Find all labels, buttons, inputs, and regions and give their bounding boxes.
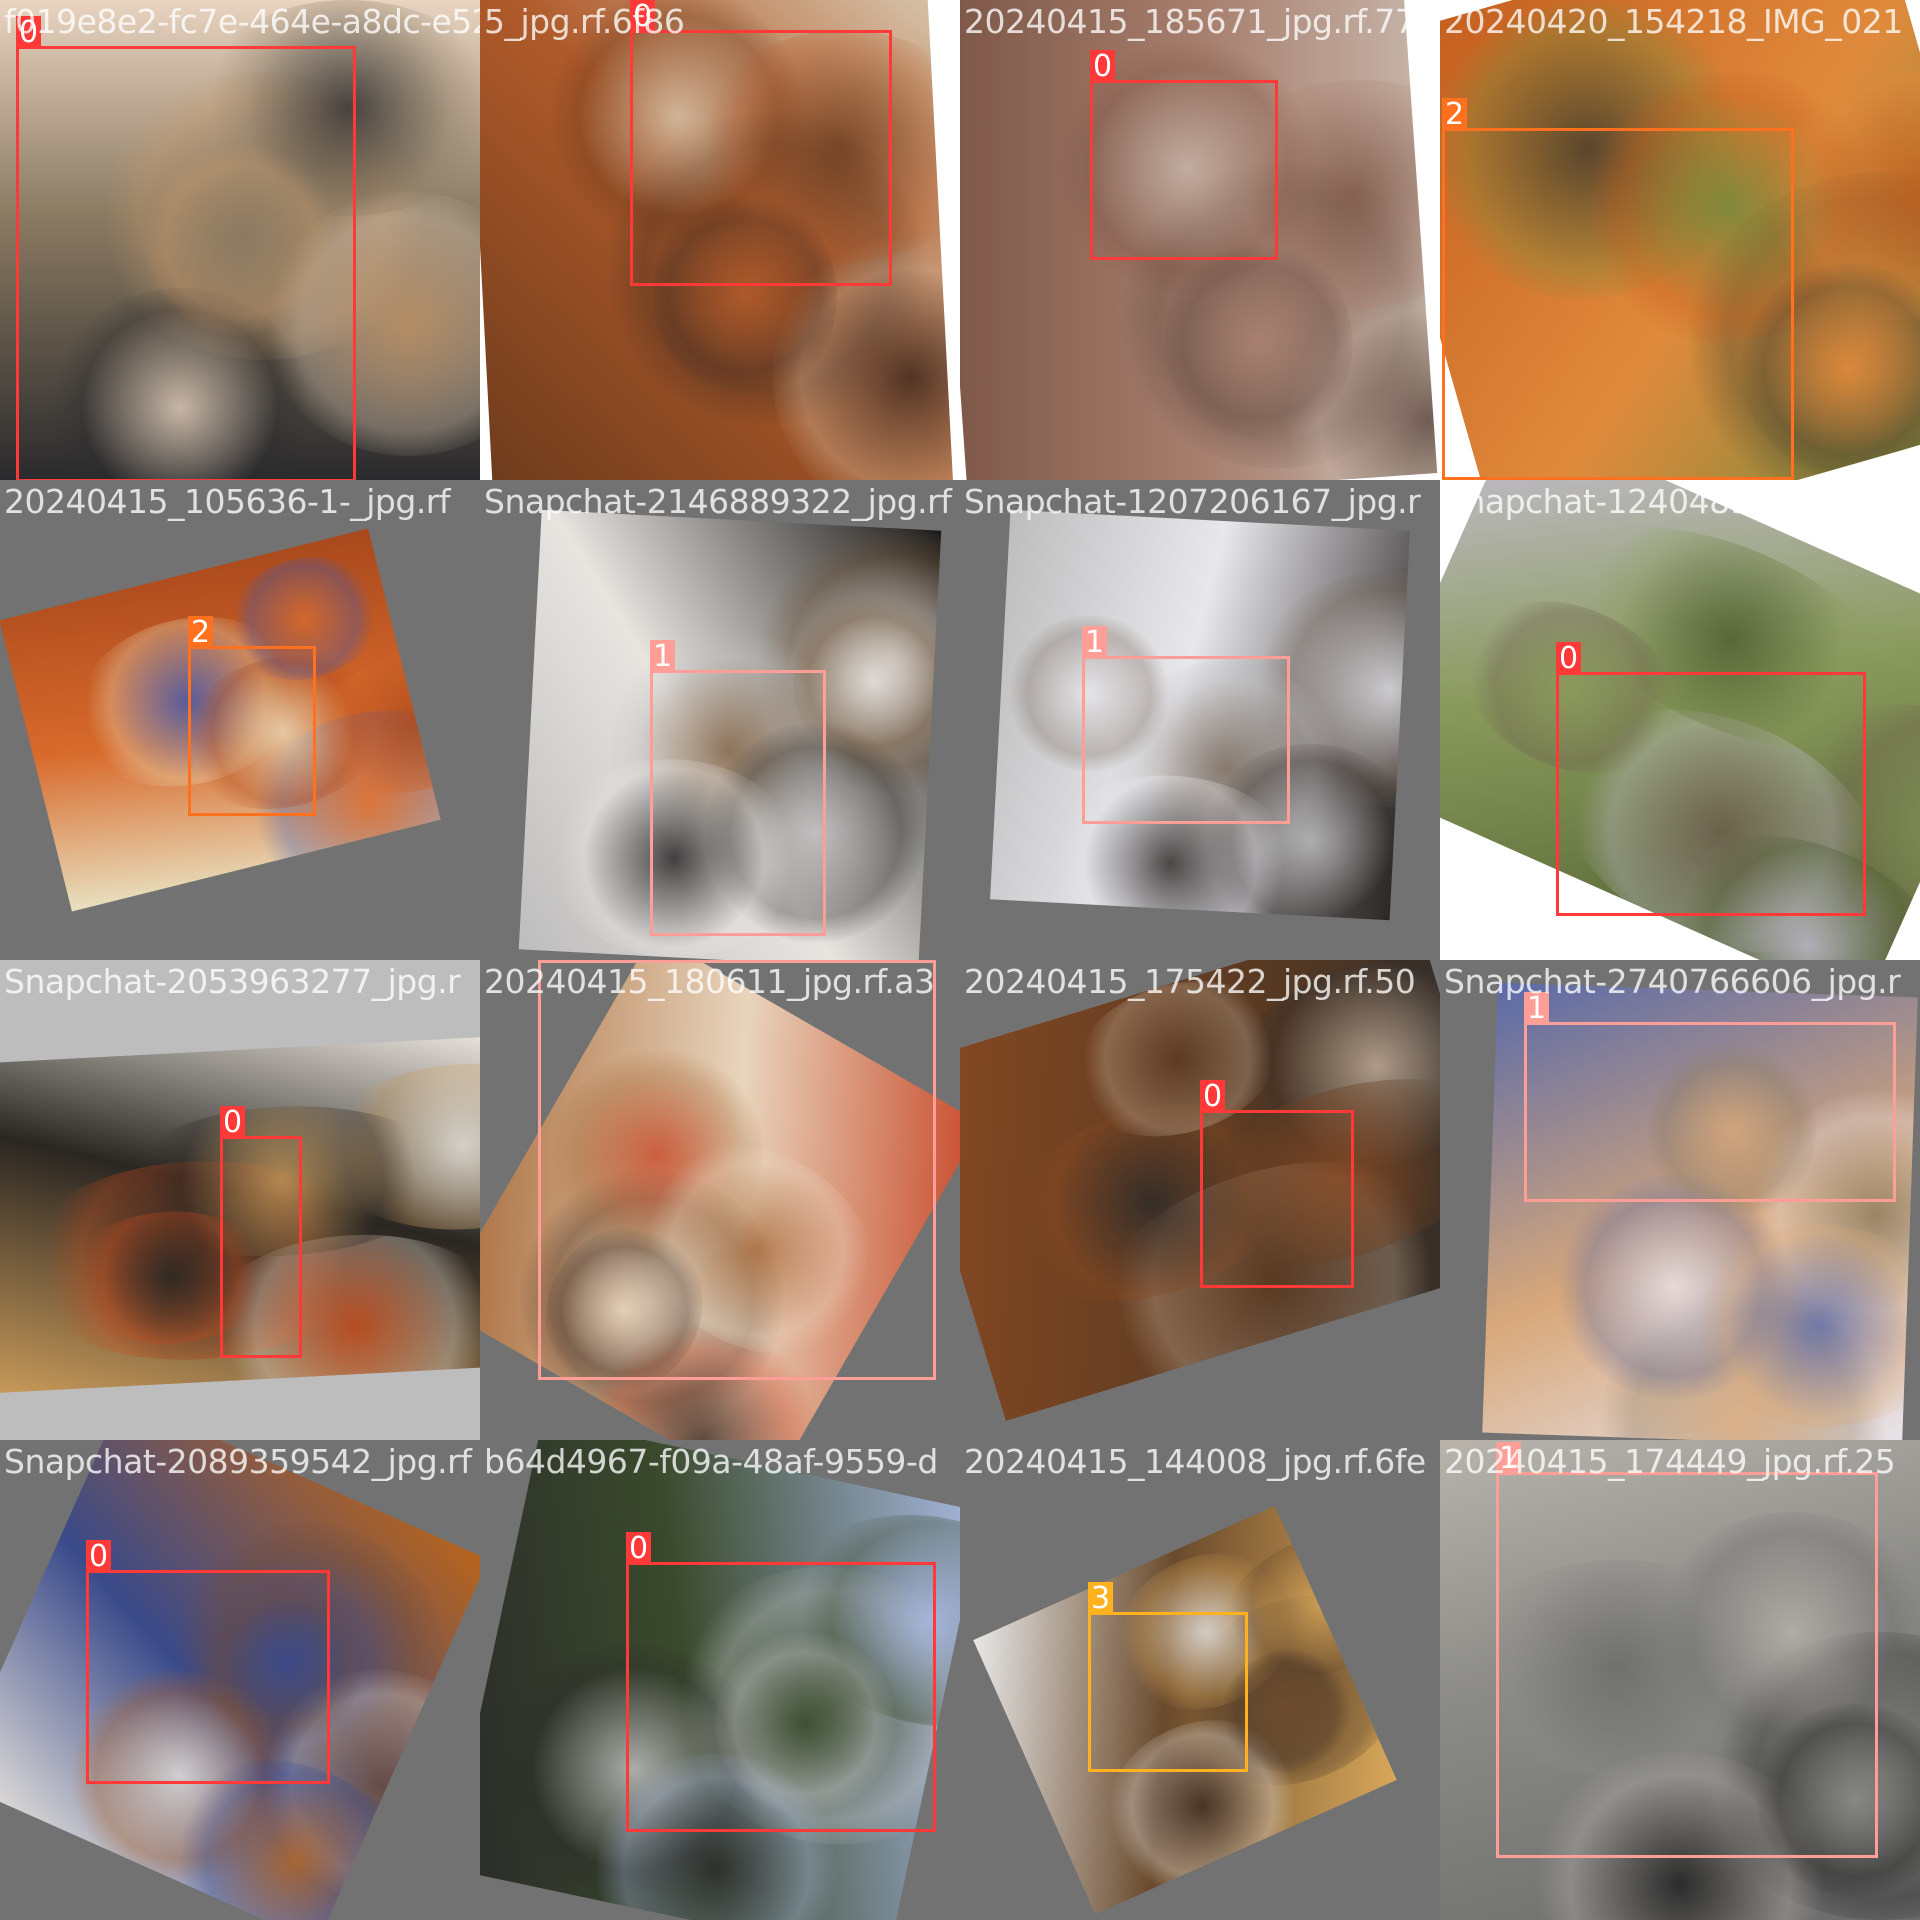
bbox: 2: [188, 616, 316, 816]
mosaic-tile: 0 5_jpg.rf.6f86: [480, 0, 960, 480]
bbox-label: 2: [1442, 98, 1468, 132]
tile-filename: 20240415_144008_jpg.rf.6fe: [964, 1442, 1426, 1481]
bbox: 0: [1090, 50, 1278, 260]
mosaic-tile: 0 b64d4967-f09a-48af-9559-d: [480, 1440, 960, 1920]
mosaic-tile: 0 f019e8e2-fc7e-464e-a8dc-e525a74115903.…: [0, 0, 480, 480]
bbox: 1: [650, 640, 826, 936]
mosaic-tile: 0 Snapchat-2089359542_jpg.rf: [0, 1440, 480, 1920]
mosaic-tile: 1 Snapchat-1207206167_jpg.r: [960, 480, 1440, 960]
bbox: 0: [220, 1106, 302, 1358]
mosaic-tile: 1 20240415_174449_jpg.rf.25: [1440, 1440, 1920, 1920]
bbox-label: 0: [86, 1540, 112, 1574]
bbox-label: 0: [630, 0, 656, 34]
bbox-label: 3: [1088, 1582, 1114, 1616]
mosaic-tile: 0 Snapchat-2053963277_jpg.r: [0, 960, 480, 1440]
mosaic-tile: 0 20240415_185671_jpg.rf.77c: [960, 0, 1440, 480]
mosaic-tile: 0 Snapchat-1240489246_jpg.rf: [1440, 480, 1920, 960]
bbox-label: 0: [1556, 642, 1582, 676]
bbox-label: 1: [1082, 626, 1108, 660]
bbox: 0: [1556, 642, 1866, 916]
bbox-label: 0: [1090, 50, 1116, 84]
mosaic-tile: 2 20240415_105636-1-_jpg.rf: [0, 480, 480, 960]
mosaic-tile: 3 20240415_144008_jpg.rf.6fe: [960, 1440, 1440, 1920]
mosaic-tile: 2 20240420_154218_IMG_021: [1440, 0, 1920, 480]
bbox: 0: [16, 16, 356, 480]
bbox: 3: [1088, 1582, 1248, 1772]
mosaic-tile: 0 20240415_175422_jpg.rf.50: [960, 960, 1440, 1440]
tile-filename: 20240415_105636-1-_jpg.rf: [4, 482, 451, 521]
bbox: 1: [1524, 992, 1896, 1202]
bbox: 1: [1082, 626, 1290, 824]
bbox-label: 0: [626, 1532, 652, 1566]
bbox-label: 1: [1524, 992, 1550, 1026]
bbox: 2: [1442, 98, 1794, 480]
bbox: 0: [630, 0, 892, 286]
bbox-label: 2: [188, 616, 214, 650]
bbox-label: 1: [538, 960, 564, 963]
tile-filename: Snapchat-2053963277_jpg.r: [4, 962, 461, 1001]
bbox: 0: [1200, 1080, 1354, 1288]
mosaic-tile: 1 20240415_180611_jpg.rf.a3: [480, 960, 960, 1440]
mosaic-tile: 1 Snapchat-2740766606_jpg.r: [1440, 960, 1920, 1440]
bbox-label: 0: [220, 1106, 246, 1140]
bbox: 1: [1496, 1442, 1878, 1858]
bbox-label: 1: [650, 640, 676, 674]
mosaic-tile: 1 Snapchat-2146889322_jpg.rf: [480, 480, 960, 960]
bbox: 1: [538, 960, 936, 1380]
bbox: 0: [86, 1540, 330, 1784]
bbox-label: 0: [1200, 1080, 1226, 1114]
mosaic-grid: 0 f019e8e2-fc7e-464e-a8dc-e525a74115903.…: [0, 0, 1920, 1920]
bbox-label: 0: [16, 16, 42, 50]
bbox: 0: [626, 1532, 936, 1832]
bbox-label: 1: [1496, 1442, 1522, 1476]
